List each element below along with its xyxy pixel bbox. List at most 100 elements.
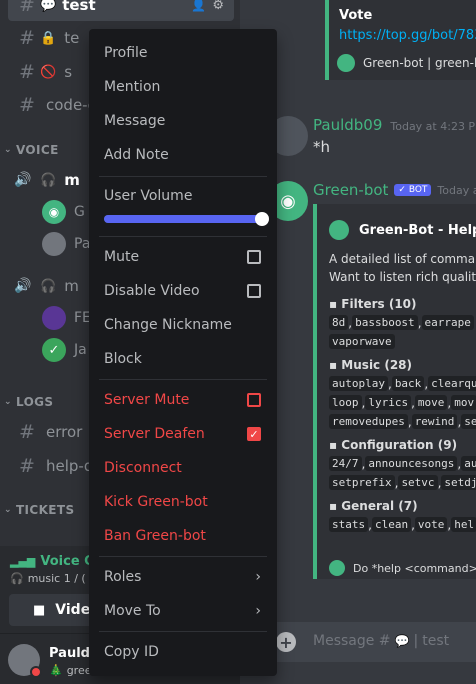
hash-icon: #	[19, 27, 35, 49]
disable-video-checkbox[interactable]	[247, 284, 261, 298]
menu-item-block[interactable]: Block	[97, 343, 269, 375]
embed-link[interactable]: https://top.gg/bot/7837	[339, 28, 476, 43]
discord-window: # 💬 test 👤 ⚙ # 🔒 te # 🚫 s # code-c ⌄ VOI…	[0, 0, 476, 684]
command-row: loop, lyrics, move, mov	[329, 393, 476, 412]
channel-label: test	[62, 0, 96, 14]
chat-icon: 💬	[40, 0, 57, 13]
category-label: TICKETS	[15, 503, 75, 517]
command-row: 24/7, announcesongs, au	[329, 454, 476, 473]
channel-test[interactable]: # 💬 test 👤 ⚙	[8, 0, 234, 21]
volume-fill	[104, 215, 262, 223]
channel-label: s	[64, 63, 73, 81]
author-name[interactable]: Green-bot	[313, 181, 388, 199]
menu-label: Ban Green-bot	[104, 528, 206, 544]
embed-footer: Do *help <command> fo	[329, 560, 476, 576]
voice-user[interactable]: FE	[42, 305, 91, 331]
voice-user-name: Pa	[74, 236, 91, 252]
camera-icon: ■	[33, 602, 46, 618]
category-tickets[interactable]: ⌄ TICKETS	[4, 503, 75, 517]
embed-title: Vote	[339, 8, 373, 23]
command-code: bassboost	[352, 315, 418, 330]
command-code: mov	[451, 395, 476, 410]
menu-label: Server Deafen	[104, 426, 205, 442]
menu-item-roles[interactable]: Roles ›	[97, 561, 269, 593]
menu-item-disable-video[interactable]: Disable Video	[97, 275, 269, 307]
category-voice[interactable]: ⌄ VOICE	[4, 143, 59, 157]
command-code: stats	[329, 517, 369, 532]
channel-label: m	[64, 171, 80, 189]
menu-label: Server Mute	[104, 392, 190, 408]
add-icon[interactable]: +	[276, 632, 296, 652]
menu-item-profile[interactable]: Profile	[97, 37, 269, 69]
menu-label: Disconnect	[104, 460, 182, 476]
embed-footer-text: Do *help <command> fo	[353, 561, 476, 575]
voice-user[interactable]: ✓ Ja	[42, 337, 87, 363]
menu-label: Mention	[104, 79, 161, 95]
channel-label: error	[46, 423, 83, 441]
avatar	[42, 306, 66, 330]
volume-slider[interactable]	[104, 212, 269, 226]
command-code: 8d	[329, 315, 349, 330]
user-context-menu: Profile Mention Message Add Note User Vo…	[89, 29, 277, 676]
channel-label: m	[64, 277, 79, 295]
menu-item-add-note[interactable]: Add Note	[97, 139, 269, 171]
menu-item-disconnect[interactable]: Disconnect	[97, 452, 269, 484]
voice-user[interactable]: Pa	[42, 231, 90, 257]
voice-detail-label: music 1 / (	[27, 572, 86, 585]
section-title: ▪ Configuration (9)	[329, 437, 458, 452]
hash-icon: #	[19, 421, 35, 443]
channel-divider: |	[413, 633, 419, 649]
volume-handle[interactable]	[255, 212, 269, 226]
input-channel: test	[422, 633, 450, 649]
user-settings-icon[interactable]: 👤	[191, 0, 206, 12]
section-title: ▪ General (7)	[329, 498, 418, 513]
command-row: stats, clean, vote, hel	[329, 515, 476, 534]
avatar: ✓	[42, 338, 66, 362]
user-volume-label: User Volume	[97, 180, 269, 212]
channel-label: te	[64, 29, 80, 47]
server-mute-checkbox[interactable]	[247, 393, 261, 407]
menu-item-copy-id[interactable]: Copy ID	[97, 636, 269, 668]
voice-detail: 🎧 music 1 / (	[10, 572, 86, 585]
command-row: removedupes, rewind, se	[329, 412, 476, 431]
hash-icon: #	[19, 0, 35, 16]
command-row: setprefix, setvc, setdj	[329, 473, 476, 492]
menu-separator	[99, 556, 267, 557]
author-name[interactable]: Pauldb09	[313, 116, 382, 134]
menu-item-server-deafen[interactable]: Server Deafen ✓	[97, 418, 269, 450]
bot-avatar	[329, 560, 345, 576]
input-placeholder: Message #	[313, 633, 391, 649]
hash-icon: #	[19, 455, 35, 477]
checkmark-icon: ✓	[249, 427, 259, 441]
menu-label: User Volume	[104, 188, 193, 204]
command-code: move	[414, 395, 448, 410]
user-status: 🎄 gree	[49, 664, 92, 677]
menu-item-ban[interactable]: Ban Green-bot	[97, 520, 269, 552]
command-code: hel	[451, 517, 476, 532]
voice-user[interactable]: ◉ G	[42, 199, 85, 225]
mute-checkbox[interactable]	[247, 250, 261, 264]
menu-separator	[99, 379, 267, 380]
avatar: ◉	[42, 200, 66, 224]
menu-item-move-to[interactable]: Move To ›	[97, 595, 269, 627]
message-composer[interactable]: + Message # 💬 | test	[256, 622, 476, 662]
menu-label: Add Note	[104, 147, 169, 163]
menu-item-mute[interactable]: Mute	[97, 241, 269, 273]
gear-icon[interactable]: ⚙	[212, 0, 224, 13]
server-deafen-checkbox[interactable]: ✓	[247, 427, 261, 441]
menu-item-change-nickname[interactable]: Change Nickname	[97, 309, 269, 341]
hash-icon: #	[19, 94, 35, 116]
message-input[interactable]: Message # 💬 | test	[313, 633, 449, 649]
category-label: LOGS	[15, 395, 54, 409]
menu-item-mention[interactable]: Mention	[97, 71, 269, 103]
category-logs[interactable]: ⌄ LOGS	[4, 395, 53, 409]
dnd-status-icon	[30, 666, 42, 678]
user-status-label: gree	[66, 664, 92, 677]
command-code: au	[461, 456, 476, 471]
command-code: vote	[414, 517, 448, 532]
menu-item-message[interactable]: Message	[97, 105, 269, 137]
command-code: autoplay	[329, 376, 388, 391]
menu-item-kick[interactable]: Kick Green-bot	[97, 486, 269, 518]
embed-footer-text: Green-bot | green-bot.a	[363, 56, 476, 70]
menu-item-server-mute[interactable]: Server Mute	[97, 384, 269, 416]
